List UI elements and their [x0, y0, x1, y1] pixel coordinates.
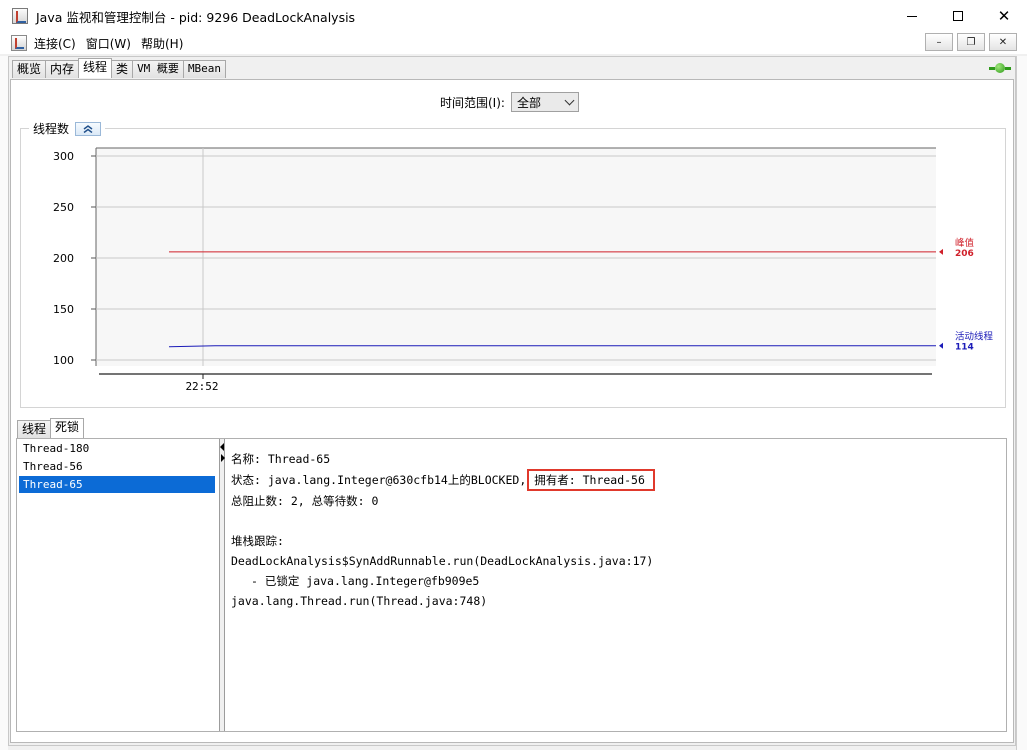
mdi-controls: – ❐ ✕ — [925, 33, 1017, 51]
background-window-edge — [1016, 56, 1027, 750]
deadlock-thread-list: Thread-180 Thread-56 Thread-65 — [17, 439, 217, 731]
stack-frame: java.lang.Thread.run(Thread.java:748) — [231, 594, 488, 608]
thread-detail: 名称: Thread-65 状态: java.lang.Integer@630c… — [231, 449, 1006, 611]
mdi-close-button[interactable]: ✕ — [989, 33, 1017, 51]
maximize-icon — [953, 11, 963, 21]
menu-window[interactable]: 窗口(W) — [86, 35, 137, 52]
tab-mbean[interactable]: MBean — [182, 60, 227, 78]
thread-count-chart: 100 150 200 250 300 22:52 峰值206 活动线程114 — [53, 147, 994, 393]
menu-bar: 连接(C) 窗口(W) 帮助(H) – ❐ ✕ — [0, 32, 1027, 54]
java-menu-icon[interactable] — [11, 35, 27, 51]
legend-series-value: 206 — [955, 249, 974, 259]
chevron-down-icon — [564, 95, 575, 105]
thread-list-item[interactable]: Thread-56 — [19, 458, 215, 475]
close-icon: ✕ — [998, 36, 1008, 48]
y-tick-label: 300 — [53, 150, 74, 163]
minimize-button[interactable] — [889, 0, 935, 32]
threads-tab-content: 时间范围(I): 全部 线程数 100 150 200 250 300 22:52 — [10, 79, 1014, 743]
main-tabbar: 概览 内存 线程 类 VM 概要 MBean — [12, 58, 227, 78]
time-range-select[interactable]: 全部 — [510, 92, 579, 112]
x-tick-label: 22:52 — [185, 380, 218, 393]
legend-series-value: 114 — [955, 343, 974, 353]
deadlock-split-pane: Thread-180 Thread-56 Thread-65 名称: Threa… — [16, 438, 1007, 732]
y-tick-label: 200 — [53, 252, 74, 265]
tab-classes[interactable]: 类 — [111, 60, 134, 78]
close-button[interactable]: ✕ — [981, 0, 1027, 32]
mdi-restore-button[interactable]: ❐ — [957, 33, 985, 51]
menu-connect[interactable]: 连接(C) — [34, 35, 82, 52]
time-range-row: 时间范围(I): 全部 — [440, 92, 579, 112]
title-bar: Java 监视和管理控制台 - pid: 9296 DeadLockAnalys… — [0, 0, 1027, 32]
thread-name-line: 名称: Thread-65 — [231, 452, 331, 466]
subtab-threads[interactable]: 线程 — [17, 420, 52, 438]
y-tick-label: 150 — [53, 303, 74, 316]
collapse-left-icon[interactable] — [220, 443, 224, 451]
window-controls: ✕ — [889, 0, 1027, 32]
thread-state-line: 状态: java.lang.Integer@630cfb14上的BLOCKED, — [231, 473, 527, 487]
stack-lock-info: - 已锁定 java.lang.Integer@fb909e5 — [251, 574, 480, 588]
window-title: Java 监视和管理控制台 - pid: 9296 DeadLockAnalys… — [36, 9, 356, 25]
time-range-value: 全部 — [516, 95, 541, 110]
split-divider[interactable] — [219, 439, 225, 731]
maximize-button[interactable] — [935, 0, 981, 32]
menu-help[interactable]: 帮助(H) — [141, 35, 189, 52]
plot-background — [96, 148, 936, 366]
tab-overview[interactable]: 概览 — [12, 60, 47, 78]
y-tick-label: 250 — [53, 201, 74, 214]
lock-owner-highlight: 拥有者: Thread-56 — [527, 469, 655, 491]
minimize-icon: – — [936, 36, 942, 48]
internal-frame: 概览 内存 线程 类 VM 概要 MBean 时间范围(I): 全部 线程数 1… — [8, 56, 1016, 746]
minimize-icon — [907, 15, 917, 17]
background-window-edge-left — [0, 56, 8, 750]
close-icon: ✕ — [997, 7, 1011, 25]
thread-state-row: 状态: java.lang.Integer@630cfb14上的BLOCKED,… — [231, 469, 1006, 491]
stack-frame: DeadLockAnalysis$SynAddRunnable.run(Dead… — [231, 554, 654, 568]
tab-threads[interactable]: 线程 — [78, 58, 113, 78]
tab-vm-summary[interactable]: VM 概要 — [132, 60, 184, 78]
connection-status-icon — [989, 61, 1011, 75]
thread-counts-line: 总阻止数: 2, 总等待数: 0 — [231, 494, 379, 508]
tab-memory[interactable]: 内存 — [45, 60, 80, 78]
y-tick-label: 100 — [53, 354, 74, 367]
expand-right-icon[interactable] — [221, 454, 225, 462]
legend-marker-icon — [939, 342, 943, 349]
java-app-icon — [12, 8, 28, 24]
legend-marker-icon — [939, 248, 943, 255]
thread-count-chart-panel: 线程数 100 150 200 250 300 22:52 峰值 206 活动线程 114 — [20, 120, 1006, 408]
detail-tabbar: 线程 死锁 — [17, 418, 85, 438]
subtab-deadlock[interactable]: 死锁 — [50, 418, 85, 438]
thread-list-item[interactable]: Thread-180 — [19, 440, 215, 457]
time-range-label: 时间范围(I): — [440, 95, 505, 110]
restore-icon: ❐ — [966, 36, 976, 48]
legend-series-name: 峰值 — [955, 237, 975, 249]
stack-trace-title: 堆栈跟踪: — [231, 534, 284, 548]
thread-list-item-selected[interactable]: Thread-65 — [19, 476, 215, 493]
mdi-minimize-button[interactable]: – — [925, 33, 953, 51]
legend-series-name: 活动线程 — [955, 331, 994, 343]
